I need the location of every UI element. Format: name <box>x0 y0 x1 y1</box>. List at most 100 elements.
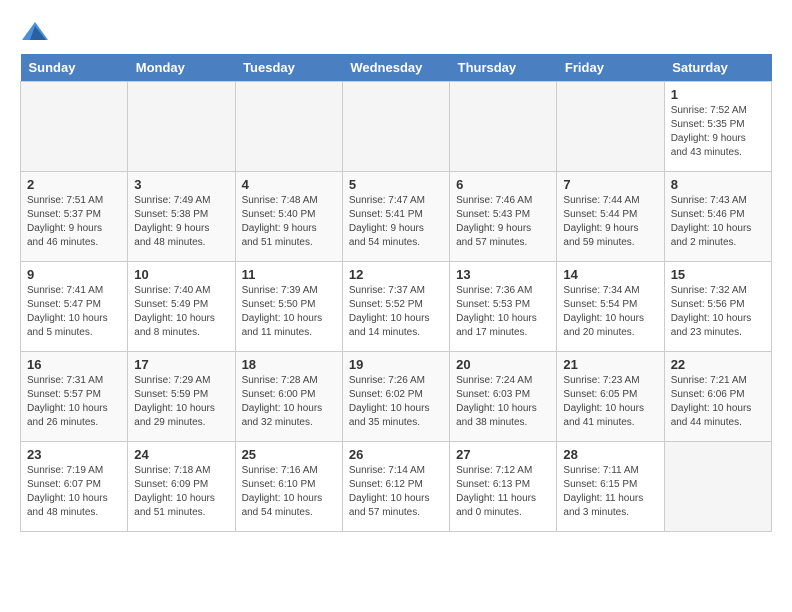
calendar-day: 18 Sunrise: 7:28 AM Sunset: 6:00 PM Dayli… <box>235 352 342 442</box>
day-number: 27 <box>456 447 550 462</box>
calendar-day: 19 Sunrise: 7:26 AM Sunset: 6:02 PM Dayli… <box>342 352 449 442</box>
calendar-day: 27 Sunrise: 7:12 AM Sunset: 6:13 PM Dayli… <box>450 442 557 532</box>
day-info: Sunrise: 7:48 AM Sunset: 5:40 PM Dayligh… <box>242 194 336 250</box>
calendar-day: 10 Sunrise: 7:40 AM Sunset: 5:49 PM Dayli… <box>128 262 235 352</box>
calendar-day: 24 Sunrise: 7:18 AM Sunset: 6:09 PM Dayli… <box>128 442 235 532</box>
calendar-day: 28Sunrise: 7:11 AM Sunset: 6:15 PM Dayli… <box>557 442 664 532</box>
day-info: Sunrise: 7:43 AM Sunset: 5:46 PM Dayligh… <box>671 194 765 250</box>
header-friday: Friday <box>557 54 664 82</box>
day-info: Sunrise: 7:36 AM Sunset: 5:53 PM Dayligh… <box>456 284 550 340</box>
calendar-header-row: SundayMondayTuesdayWednesdayThursdayFrid… <box>21 54 772 82</box>
calendar-day: 21 Sunrise: 7:23 AM Sunset: 6:05 PM Dayli… <box>557 352 664 442</box>
calendar-day <box>342 82 449 172</box>
day-info: Sunrise: 7:51 AM Sunset: 5:37 PM Dayligh… <box>27 194 121 250</box>
header-monday: Monday <box>128 54 235 82</box>
logo-icon <box>20 20 50 44</box>
logo <box>20 20 54 44</box>
day-number: 14 <box>563 267 657 282</box>
day-number: 4 <box>242 177 336 192</box>
calendar-day: 17Sunrise: 7:29 AM Sunset: 5:59 PM Dayli… <box>128 352 235 442</box>
calendar-day: 20 Sunrise: 7:24 AM Sunset: 6:03 PM Dayli… <box>450 352 557 442</box>
day-info: Sunrise: 7:34 AM Sunset: 5:54 PM Dayligh… <box>563 284 657 340</box>
day-number: 26 <box>349 447 443 462</box>
header-wednesday: Wednesday <box>342 54 449 82</box>
calendar-day: 3 Sunrise: 7:49 AM Sunset: 5:38 PM Daylig… <box>128 172 235 262</box>
day-number: 8 <box>671 177 765 192</box>
calendar-day: 16 Sunrise: 7:31 AM Sunset: 5:57 PM Dayli… <box>21 352 128 442</box>
calendar-day: 13 Sunrise: 7:36 AM Sunset: 5:53 PM Dayli… <box>450 262 557 352</box>
day-number: 21 <box>563 357 657 372</box>
calendar-day: 8 Sunrise: 7:43 AM Sunset: 5:46 PM Daylig… <box>664 172 771 262</box>
calendar-day <box>557 82 664 172</box>
day-number: 1 <box>671 87 765 102</box>
calendar-week-3: 9Sunrise: 7:41 AM Sunset: 5:47 PM Daylig… <box>21 262 772 352</box>
day-info: Sunrise: 7:16 AM Sunset: 6:10 PM Dayligh… <box>242 464 336 520</box>
day-info: Sunrise: 7:14 AM Sunset: 6:12 PM Dayligh… <box>349 464 443 520</box>
day-number: 9 <box>27 267 121 282</box>
day-info: Sunrise: 7:24 AM Sunset: 6:03 PM Dayligh… <box>456 374 550 430</box>
day-info: Sunrise: 7:49 AM Sunset: 5:38 PM Dayligh… <box>134 194 228 250</box>
day-info: Sunrise: 7:12 AM Sunset: 6:13 PM Dayligh… <box>456 464 550 520</box>
day-number: 24 <box>134 447 228 462</box>
calendar-week-2: 2 Sunrise: 7:51 AM Sunset: 5:37 PM Daylig… <box>21 172 772 262</box>
day-info: Sunrise: 7:26 AM Sunset: 6:02 PM Dayligh… <box>349 374 443 430</box>
day-info: Sunrise: 7:39 AM Sunset: 5:50 PM Dayligh… <box>242 284 336 340</box>
calendar-day <box>450 82 557 172</box>
day-info: Sunrise: 7:11 AM Sunset: 6:15 PM Dayligh… <box>563 464 657 520</box>
calendar-day: 11 Sunrise: 7:39 AM Sunset: 5:50 PM Dayli… <box>235 262 342 352</box>
day-info: Sunrise: 7:46 AM Sunset: 5:43 PM Dayligh… <box>456 194 550 250</box>
calendar-day: 15 Sunrise: 7:32 AM Sunset: 5:56 PM Dayli… <box>664 262 771 352</box>
day-info: Sunrise: 7:19 AM Sunset: 6:07 PM Dayligh… <box>27 464 121 520</box>
header-saturday: Saturday <box>664 54 771 82</box>
day-number: 3 <box>134 177 228 192</box>
day-info: Sunrise: 7:37 AM Sunset: 5:52 PM Dayligh… <box>349 284 443 340</box>
day-number: 10 <box>134 267 228 282</box>
day-info: Sunrise: 7:44 AM Sunset: 5:44 PM Dayligh… <box>563 194 657 250</box>
day-info: Sunrise: 7:32 AM Sunset: 5:56 PM Dayligh… <box>671 284 765 340</box>
day-info: Sunrise: 7:28 AM Sunset: 6:00 PM Dayligh… <box>242 374 336 430</box>
calendar-day: 9Sunrise: 7:41 AM Sunset: 5:47 PM Daylig… <box>21 262 128 352</box>
calendar-day <box>664 442 771 532</box>
day-number: 13 <box>456 267 550 282</box>
day-number: 16 <box>27 357 121 372</box>
calendar-day: 26 Sunrise: 7:14 AM Sunset: 6:12 PM Dayli… <box>342 442 449 532</box>
day-info: Sunrise: 7:23 AM Sunset: 6:05 PM Dayligh… <box>563 374 657 430</box>
day-number: 7 <box>563 177 657 192</box>
day-number: 11 <box>242 267 336 282</box>
calendar-day: 22 Sunrise: 7:21 AM Sunset: 6:06 PM Dayli… <box>664 352 771 442</box>
calendar-day: 1 Sunrise: 7:52 AM Sunset: 5:35 PM Daylig… <box>664 82 771 172</box>
calendar-day: 7 Sunrise: 7:44 AM Sunset: 5:44 PM Daylig… <box>557 172 664 262</box>
day-number: 5 <box>349 177 443 192</box>
calendar-day: 25 Sunrise: 7:16 AM Sunset: 6:10 PM Dayli… <box>235 442 342 532</box>
calendar-day: 23 Sunrise: 7:19 AM Sunset: 6:07 PM Dayli… <box>21 442 128 532</box>
page-header <box>20 20 772 44</box>
calendar-day <box>128 82 235 172</box>
day-number: 20 <box>456 357 550 372</box>
calendar-week-1: 1 Sunrise: 7:52 AM Sunset: 5:35 PM Daylig… <box>21 82 772 172</box>
day-number: 25 <box>242 447 336 462</box>
day-number: 22 <box>671 357 765 372</box>
day-number: 23 <box>27 447 121 462</box>
day-number: 2 <box>27 177 121 192</box>
day-number: 17 <box>134 357 228 372</box>
day-number: 15 <box>671 267 765 282</box>
calendar-day: 5 Sunrise: 7:47 AM Sunset: 5:41 PM Daylig… <box>342 172 449 262</box>
day-info: Sunrise: 7:21 AM Sunset: 6:06 PM Dayligh… <box>671 374 765 430</box>
calendar-day: 4 Sunrise: 7:48 AM Sunset: 5:40 PM Daylig… <box>235 172 342 262</box>
day-number: 12 <box>349 267 443 282</box>
calendar-day <box>21 82 128 172</box>
calendar-day: 14 Sunrise: 7:34 AM Sunset: 5:54 PM Dayli… <box>557 262 664 352</box>
calendar-day: 2 Sunrise: 7:51 AM Sunset: 5:37 PM Daylig… <box>21 172 128 262</box>
header-sunday: Sunday <box>21 54 128 82</box>
day-info: Sunrise: 7:18 AM Sunset: 6:09 PM Dayligh… <box>134 464 228 520</box>
calendar-table: SundayMondayTuesdayWednesdayThursdayFrid… <box>20 54 772 532</box>
day-number: 6 <box>456 177 550 192</box>
day-info: Sunrise: 7:31 AM Sunset: 5:57 PM Dayligh… <box>27 374 121 430</box>
calendar-week-5: 23 Sunrise: 7:19 AM Sunset: 6:07 PM Dayli… <box>21 442 772 532</box>
header-tuesday: Tuesday <box>235 54 342 82</box>
day-info: Sunrise: 7:40 AM Sunset: 5:49 PM Dayligh… <box>134 284 228 340</box>
day-info: Sunrise: 7:52 AM Sunset: 5:35 PM Dayligh… <box>671 104 765 160</box>
day-number: 19 <box>349 357 443 372</box>
day-info: Sunrise: 7:47 AM Sunset: 5:41 PM Dayligh… <box>349 194 443 250</box>
day-number: 18 <box>242 357 336 372</box>
